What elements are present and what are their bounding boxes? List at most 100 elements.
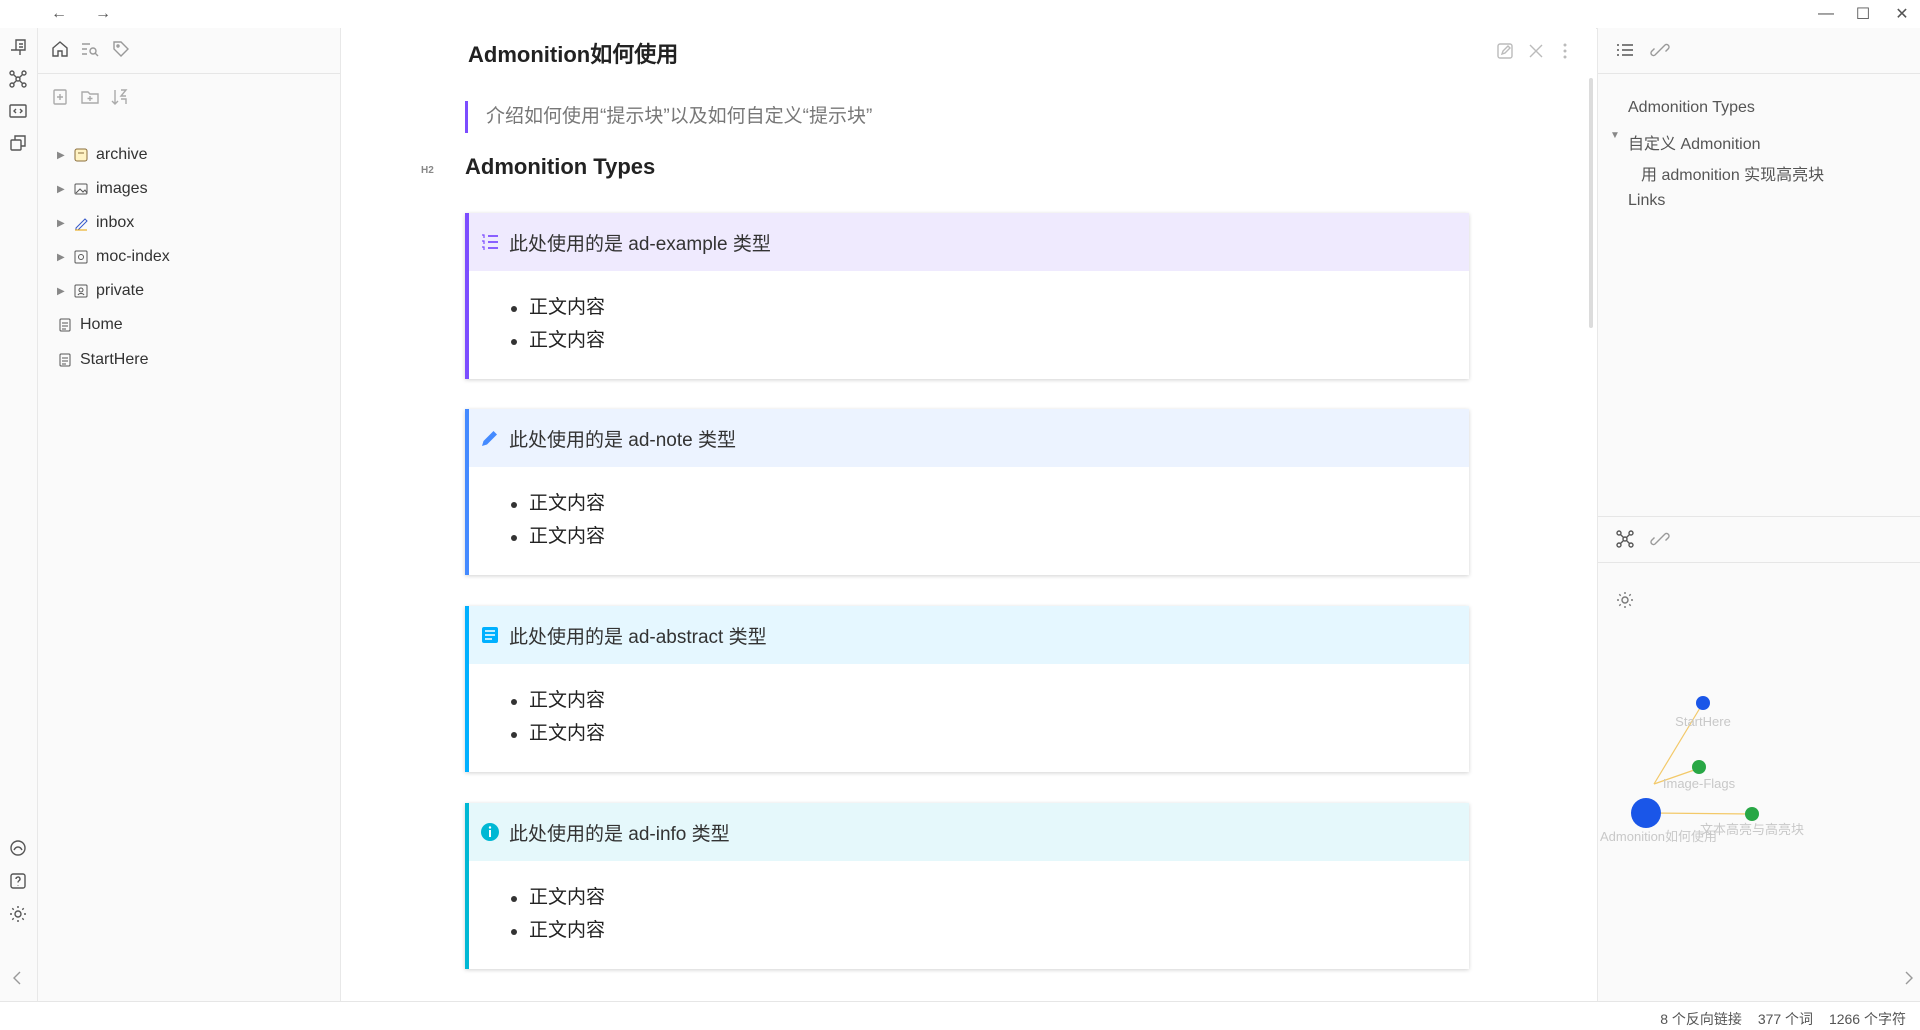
- graph-node-label: Admonition如何使用: [1600, 829, 1717, 844]
- list-item[interactable]: 正文内容: [511, 291, 1469, 324]
- help-icon[interactable]: [8, 871, 28, 891]
- more-options-icon[interactable]: [1554, 40, 1576, 62]
- graph-node-label: StartHere: [1675, 714, 1731, 729]
- list-item[interactable]: 正文内容: [511, 881, 1469, 914]
- list-item[interactable]: 正文内容: [511, 914, 1469, 947]
- expand-caret-icon[interactable]: ▶: [57, 150, 67, 161]
- forward-button[interactable]: →: [91, 4, 115, 24]
- list-item[interactable]: 正文内容: [511, 684, 1469, 717]
- graph-node-starthere[interactable]: [1696, 696, 1710, 710]
- expand-caret-icon[interactable]: ▶: [57, 286, 67, 297]
- right-sidebar: Admonition Types ▼ 自定义 Admonition 用 admo…: [1597, 28, 1920, 1001]
- maximize-button[interactable]: ☐: [1851, 4, 1875, 24]
- list-item[interactable]: 正文内容: [511, 717, 1469, 750]
- back-button[interactable]: ←: [47, 4, 71, 24]
- title-bar: ← → — ☐ ✕: [0, 0, 1920, 29]
- list-item[interactable]: 正文内容: [511, 324, 1469, 357]
- tree-folder-images[interactable]: ▶ images: [38, 174, 340, 204]
- collapse-right-icon[interactable]: [1898, 968, 1918, 988]
- tree-item-label: images: [96, 180, 148, 197]
- home-icon[interactable]: [50, 39, 70, 59]
- tree-item-label: moc-index: [96, 248, 170, 265]
- settings-icon[interactable]: [8, 904, 28, 924]
- expand-caret-icon[interactable]: ▶: [57, 252, 67, 263]
- collapse-left-icon[interactable]: [8, 968, 28, 988]
- list-item[interactable]: 正文内容: [511, 487, 1469, 520]
- expand-caret-icon[interactable]: ▶: [57, 184, 67, 195]
- search-icon[interactable]: [80, 39, 100, 59]
- tree-file-starthere[interactable]: StartHere: [38, 345, 340, 375]
- sort-icon[interactable]: [110, 87, 130, 107]
- admonition-header: 此处使用的是 ad-note 类型: [469, 409, 1469, 467]
- blockquote[interactable]: 介绍如何使用“提示块”以及如何自定义“提示块”: [465, 101, 1186, 133]
- graph-node-current[interactable]: [1631, 798, 1661, 828]
- tree-item-label: StartHere: [80, 351, 149, 368]
- tree-folder-private[interactable]: ▶ private: [38, 276, 340, 306]
- tree-folder-inbox[interactable]: ▶ inbox: [38, 208, 340, 238]
- page-title[interactable]: Admonition如何使用: [468, 37, 678, 69]
- graph-node-image-flags[interactable]: [1692, 760, 1706, 774]
- graph-tabs: [1598, 516, 1920, 563]
- local-graph[interactable]: StartHere Image-Flags 文本高亮与高亮块 Admonitio…: [1598, 668, 1920, 928]
- file-explorer-sidebar: ▶ archive ▶ images ▶ inbox ▶ moc-index ▶…: [38, 28, 341, 1001]
- minimize-button[interactable]: —: [1814, 4, 1838, 24]
- ribbon: [0, 28, 38, 1001]
- tree-folder-archive[interactable]: ▶ archive: [38, 140, 340, 170]
- admonition-title: 此处使用的是 ad-abstract 类型: [509, 626, 767, 648]
- code-icon[interactable]: [8, 101, 28, 121]
- char-count: 1266 个字符: [1828, 1011, 1906, 1027]
- outline-item[interactable]: 自定义 Admonition: [1628, 130, 1761, 154]
- tag-icon[interactable]: [111, 39, 131, 59]
- admonition-body: 正文内容 正文内容: [469, 467, 1469, 553]
- close-window-button[interactable]: ✕: [1890, 4, 1914, 24]
- admonition-body: 正文内容 正文内容: [469, 271, 1469, 357]
- admonition-note[interactable]: 此处使用的是 ad-note 类型 正文内容 正文内容: [465, 409, 1469, 575]
- pencil-icon: [479, 427, 501, 449]
- tree-item-label: private: [96, 282, 145, 299]
- tree-item-label: inbox: [96, 214, 135, 231]
- edit-icon[interactable]: [1494, 40, 1516, 62]
- private-folder-icon: [72, 282, 90, 300]
- outline-tabs: [1598, 28, 1920, 74]
- status-bar: 8 个反向链接 377 个词 1266 个字符: [0, 1001, 1920, 1030]
- word-count: 377 个词: [1757, 1011, 1814, 1027]
- sidebar-tabs: [38, 28, 340, 74]
- editor-pane: Admonition如何使用 介绍如何使用“提示块”以及如何自定义“提示块” H…: [341, 28, 1596, 1001]
- info-icon: [479, 821, 501, 843]
- outline-item[interactable]: Admonition Types: [1628, 99, 1755, 117]
- new-folder-icon[interactable]: [80, 87, 100, 107]
- note-file-icon: [56, 316, 74, 334]
- inbox-folder-icon: [72, 214, 90, 232]
- templates-icon[interactable]: [8, 133, 28, 153]
- editor-scrollbar[interactable]: [1589, 78, 1593, 328]
- new-note-icon[interactable]: [50, 87, 70, 107]
- expand-caret-icon[interactable]: ▶: [57, 218, 67, 229]
- graph-node-label: Image-Flags: [1663, 776, 1736, 791]
- admonition-body: 正文内容 正文内容: [469, 664, 1469, 750]
- outline-icon[interactable]: [1615, 40, 1635, 60]
- open-quick-switcher-icon[interactable]: [8, 37, 28, 57]
- graph-settings-icon[interactable]: [1615, 590, 1635, 610]
- outline-item[interactable]: Links: [1628, 192, 1665, 210]
- heading-level-badge: H2: [421, 165, 434, 176]
- admonition-abstract[interactable]: 此处使用的是 ad-abstract 类型 正文内容 正文内容: [465, 606, 1469, 772]
- list-item[interactable]: 正文内容: [511, 520, 1469, 553]
- tree-folder-moc-index[interactable]: ▶ moc-index: [38, 242, 340, 272]
- backlinks-icon[interactable]: [1650, 40, 1670, 60]
- outline-item[interactable]: 用 admonition 实现高亮块: [1641, 161, 1824, 185]
- graph-node-text-highlight[interactable]: [1745, 807, 1759, 821]
- heading-admonition-types[interactable]: Admonition Types: [465, 154, 655, 180]
- close-tab-icon[interactable]: [1525, 40, 1547, 62]
- tree-file-home[interactable]: Home: [38, 310, 340, 340]
- tree-item-label: archive: [96, 146, 148, 163]
- collapse-caret-icon[interactable]: ▼: [1610, 130, 1620, 141]
- graph-view-icon[interactable]: [8, 69, 28, 89]
- admonition-example[interactable]: 此处使用的是 ad-example 类型 正文内容 正文内容: [465, 213, 1469, 379]
- backlink-count[interactable]: 8 个反向链接: [1660, 1011, 1742, 1027]
- vault-switcher-icon[interactable]: [8, 838, 28, 858]
- status-text: 8 个反向链接 377 个词 1266 个字符: [1648, 1009, 1906, 1029]
- admonition-info[interactable]: 此处使用的是 ad-info 类型 正文内容 正文内容: [465, 803, 1469, 969]
- outgoing-links-icon[interactable]: [1650, 529, 1670, 549]
- admonition-header: 此处使用的是 ad-info 类型: [469, 803, 1469, 861]
- local-graph-icon[interactable]: [1615, 529, 1635, 549]
